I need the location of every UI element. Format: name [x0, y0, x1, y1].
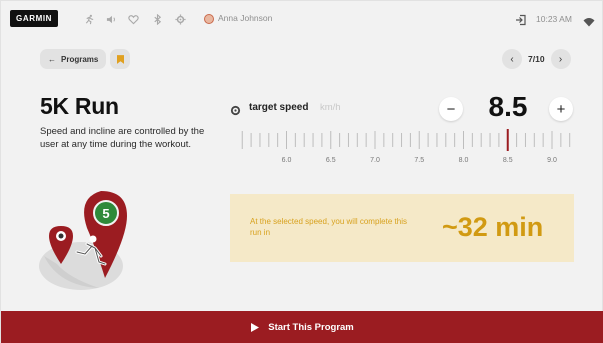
clock: 10:23 AM [536, 14, 572, 24]
speed-value: 8.5 [488, 91, 528, 122]
chevron-right-icon: › [558, 53, 563, 65]
play-icon [251, 323, 260, 332]
program-pager: ‹ 7/10 › [502, 49, 571, 69]
bluetooth-icon[interactable] [151, 13, 163, 25]
next-program-button[interactable]: › [550, 49, 571, 69]
minus-icon: − [446, 100, 456, 118]
logout-icon[interactable] [515, 13, 527, 26]
garmin-logo: GARMIN [10, 10, 59, 27]
svg-text:5: 5 [102, 206, 109, 221]
ruler-tick-label: 6.5 [326, 157, 336, 164]
user-avatar[interactable] [204, 14, 214, 24]
estimate-time: ~32 min [442, 212, 544, 242]
run-icon[interactable] [83, 13, 95, 25]
increase-speed-button[interactable]: + [549, 97, 573, 121]
speed-ruler-slider[interactable]: 6.0 6.5 7.0 7.5 8.0 8.5 9.0 [230, 128, 580, 166]
user-name[interactable]: Anna Johnson [218, 13, 272, 23]
ruler-tick-label: 6.0 [282, 157, 292, 164]
chevron-left-icon: ‹ [510, 53, 514, 65]
previous-program-button[interactable]: ‹ [502, 49, 522, 69]
ruler-tick-label: 7.0 [370, 157, 380, 164]
estimate-text: At the selected speed, you will complete… [250, 217, 407, 237]
volume-icon[interactable] [105, 13, 117, 25]
settings-icon[interactable] [174, 13, 186, 25]
runner-illustration: 5 [39, 191, 127, 290]
wifi-icon [583, 14, 595, 27]
start-program-button[interactable]: Start This Program [1, 311, 603, 343]
ruler-tick-label: 8.5 [503, 157, 513, 164]
arrow-left-icon: ← [48, 54, 56, 64]
completion-estimate-panel: At the selected speed, you will complete… [230, 194, 574, 262]
pager-count: 7/10 [528, 54, 545, 64]
plus-icon: + [556, 100, 566, 118]
ruler-tick-label: 7.5 [414, 157, 424, 164]
program-screen: GARMIN Anna Johnson 10:23 AM ← Programs [0, 0, 603, 343]
decrease-speed-button[interactable]: − [439, 97, 463, 121]
program-description: Speed and incline are controlled by the … [40, 126, 205, 150]
ruler-tick-label: 8.0 [459, 157, 469, 164]
speed-unit: km/h [320, 102, 341, 113]
ruler-tick-label: 9.0 [547, 157, 557, 164]
speedometer-icon [230, 103, 241, 116]
bookmark-icon [116, 54, 124, 64]
back-button-label: Programs [61, 54, 99, 64]
heart-icon[interactable] [127, 13, 139, 25]
program-title: 5K Run [40, 93, 119, 119]
start-program-label: Start This Program [268, 322, 354, 333]
speed-label: target speed [249, 102, 309, 113]
bookmark-button[interactable] [110, 49, 130, 69]
status-bar: GARMIN Anna Johnson 10:23 AM [1, 1, 603, 39]
back-to-programs-button[interactable]: ← Programs [40, 49, 107, 69]
